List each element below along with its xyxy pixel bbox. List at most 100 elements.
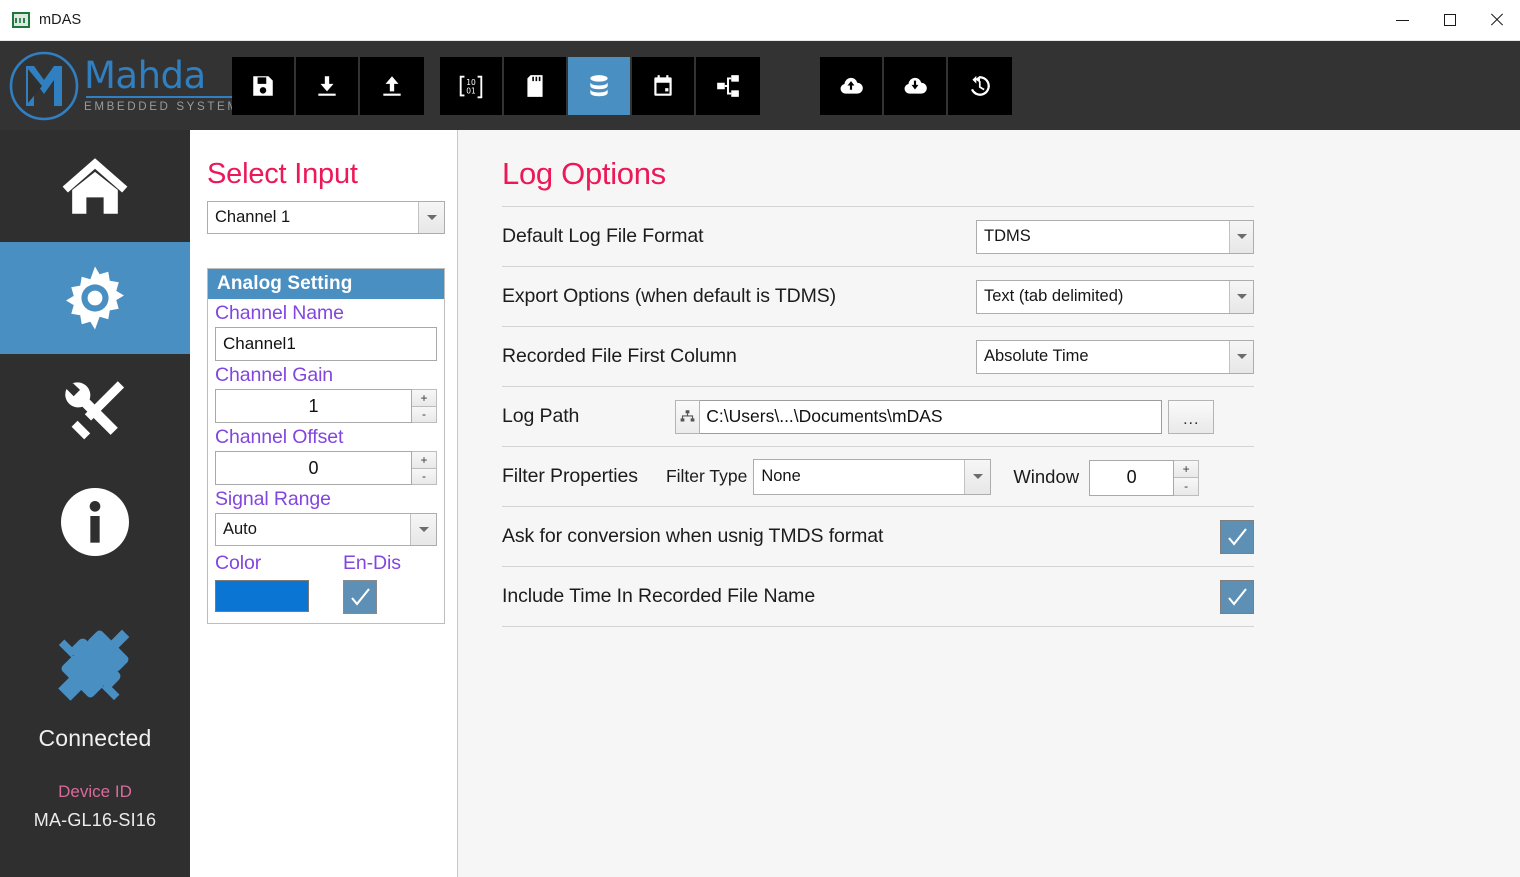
upload-icon [383,75,401,96]
ask-conversion-checkbox[interactable] [1220,519,1254,554]
checkmark-icon [1228,527,1247,546]
sd-card-icon [527,74,543,97]
chevron-down-icon[interactable] [964,459,991,494]
channel-gain-value[interactable]: 1 [215,389,412,423]
window-decrement[interactable]: - [1174,477,1200,496]
checkmark-icon [351,588,370,606]
row-filter-properties: Filter Properties Filter Type None Windo… [502,447,1254,506]
brand-tagline: EMBEDDED SYSTEMS [84,100,250,114]
color-endis-labels: Color En-Dis [215,549,437,575]
toolbar-data-group: 10 01 [440,56,760,115]
page-title: Log Options [502,156,666,191]
brand-logo: Mahda EMBEDDED SYSTEMS [0,41,256,130]
row-ask-conversion: Ask for conversion when usnig TMDS forma… [502,507,1254,566]
save-floppy-icon-button[interactable] [232,56,296,115]
home-icon [62,158,128,214]
endis-checkbox[interactable] [343,580,377,614]
chevron-down-icon[interactable] [1229,280,1253,313]
channel-offset-buttons: + - [412,451,437,485]
plug-connected-icon [37,612,153,721]
chevron-down-icon[interactable] [1229,220,1253,253]
signal-range-dropdown[interactable]: Auto [215,513,437,546]
channel-select-value: Channel 1 [215,208,291,226]
close-button[interactable] [1473,0,1520,40]
default-format-dropdown[interactable]: TDMS [976,219,1254,254]
row-default-log-format: Default Log File Format TDMS [502,207,1254,266]
filter-type-dropdown[interactable]: None [753,458,992,495]
history-restore-icon [971,75,990,96]
filter-type-value: None [761,467,801,485]
first-column-label: Recorded File First Column [502,345,737,367]
export-options-dropdown[interactable]: Text (tab delimited) [976,279,1254,314]
include-time-checkbox[interactable] [1220,579,1254,614]
input-settings-panel: Select Input Channel 1 Analog Setting Ch… [190,130,458,877]
device-id-label: Device ID [58,782,132,801]
row-include-time: Include Time In Recorded File Name [502,567,1254,626]
export-options-label: Export Options (when default is TDMS) [502,285,837,307]
database-icon-button[interactable] [568,56,632,115]
default-format-label: Default Log File Format [502,225,704,247]
sidebar-item-settings[interactable] [0,242,190,354]
window-stepper[interactable]: 0 + - [1089,459,1200,496]
tools-icon [65,381,125,440]
row-log-path: Log Path C:\Users\...\Documents\mDAS ... [502,387,1254,446]
log-path-input[interactable]: C:\Users\...\Documents\mDAS [700,399,1163,434]
download-icon [318,75,336,96]
device-id-value: MA-GL16-SI16 [33,810,157,830]
chevron-down-icon[interactable] [1229,340,1253,373]
top-toolbar: Mahda EMBEDDED SYSTEMS 10 01 [0,41,1520,130]
analog-setting-box: Analog Setting Channel Name Channel1 Cha… [207,268,445,624]
analog-setting-header: Analog Setting [208,269,444,299]
signal-range-label: Signal Range [215,488,331,510]
log-path-label: Log Path [502,405,580,427]
toolbar-file-group [232,56,424,115]
endis-cell [343,578,415,614]
channel-gain-buttons: + - [412,389,437,423]
calendar-icon-button[interactable] [632,56,696,115]
channel-gain-stepper[interactable]: 1 + - [215,389,437,423]
cloud-upload-icon-button[interactable] [820,56,884,115]
channel-gain-increment[interactable]: + [412,389,437,406]
chevron-down-icon[interactable] [418,202,444,233]
download-icon-button[interactable] [296,56,360,115]
minimize-button[interactable] [1379,0,1426,40]
log-path-tree-button[interactable] [675,399,701,434]
channel-offset-decrement[interactable]: - [412,467,437,485]
channel-gain-decrement[interactable]: - [412,405,437,423]
default-format-value: TDMS [984,227,1031,245]
upload-icon-button[interactable] [360,56,424,115]
history-restore-icon-button[interactable] [948,56,1012,115]
window-controls [1379,0,1520,40]
calendar-icon [654,74,672,96]
first-column-dropdown[interactable]: Absolute Time [976,339,1254,374]
sidebar-item-home[interactable] [0,130,190,242]
channel-select-dropdown[interactable]: Channel 1 [207,201,445,234]
chevron-down-icon[interactable] [410,514,436,545]
channel-offset-increment[interactable]: + [412,451,437,468]
first-column-value: Absolute Time [984,347,1089,365]
log-path-browse-button[interactable]: ... [1168,399,1215,434]
status-label: Connected [38,725,152,751]
log-options-rows: Default Log File Format TDMS Export Opti… [502,206,1254,627]
sd-card-icon-button[interactable] [504,56,568,115]
maximize-button[interactable] [1426,0,1473,40]
window-increment[interactable]: + [1174,459,1200,477]
brand-name: Mahda [84,53,206,97]
channel-color-swatch[interactable] [215,580,309,612]
cloud-download-icon-button[interactable] [884,56,948,115]
channel-offset-value[interactable]: 0 [215,451,412,485]
sidebar-item-tools[interactable] [0,354,190,466]
log-path-controls: C:\Users\...\Documents\mDAS ... [675,399,1215,434]
checkmark-icon [1228,587,1247,606]
export-options-value: Text (tab delimited) [984,287,1124,305]
sidebar-item-info[interactable] [0,466,190,578]
left-sidebar: Connected Device ID MA-GL16-SI16 [0,130,190,877]
channel-offset-stepper[interactable]: 0 + - [215,451,437,485]
window-value[interactable]: 0 [1089,459,1175,496]
select-input-title: Select Input [207,158,358,190]
chart-app-icon [12,12,30,28]
maximize-icon [1443,14,1456,26]
channel-name-input[interactable]: Channel1 [215,327,437,361]
binary-matrix-icon-button[interactable]: 10 01 [440,56,504,115]
network-tree-icon-button[interactable] [696,56,760,115]
